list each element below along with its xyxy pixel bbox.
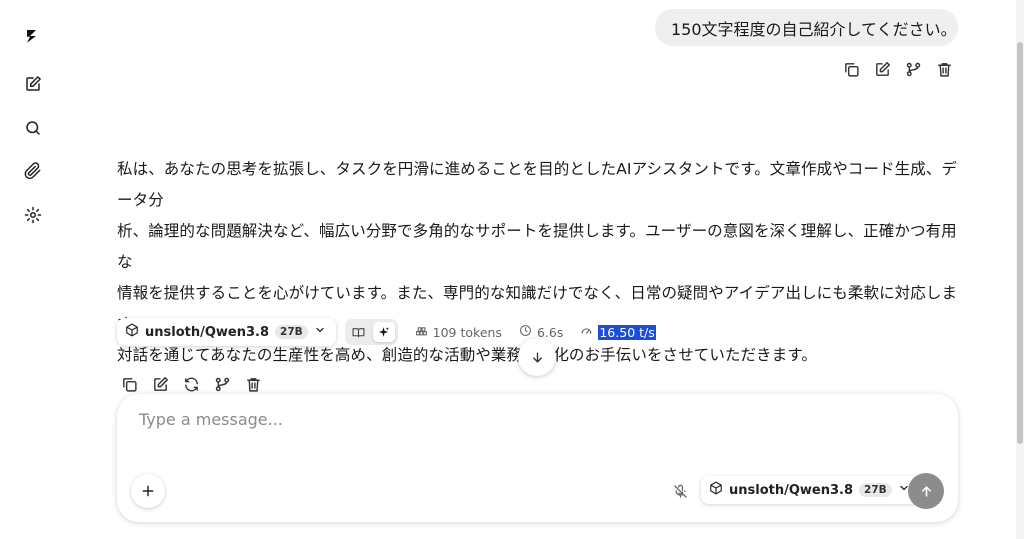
sidebar <box>0 0 66 539</box>
sparkle-icon[interactable] <box>372 322 395 342</box>
token-count-text: 109 tokens <box>432 324 502 340</box>
plus-icon <box>142 485 154 497</box>
generation-speed: 16.50 t/s <box>580 324 656 340</box>
composer-model-selector-wrap: unsloth/Qwen3.8 27B <box>701 476 920 504</box>
delete-icon[interactable] <box>935 60 954 79</box>
scrollbar[interactable] <box>1016 0 1024 539</box>
composer-model-name: unsloth/Qwen3.8 <box>729 482 854 498</box>
chevron-down-icon <box>314 324 326 340</box>
message-meta-row: unsloth/Qwen3.8 27B 109 tokens 6.6s 16.5… <box>117 318 656 346</box>
send-button[interactable] <box>908 473 944 509</box>
edit-icon[interactable] <box>873 60 892 79</box>
user-message-bubble: 150文字程度の自己紹介してください。 <box>655 9 958 46</box>
model-name: unsloth/Qwen3.8 <box>145 324 270 340</box>
cube-icon <box>125 323 139 341</box>
duration-text: 6.6s <box>536 324 564 340</box>
composer-model-size-badge: 27B <box>859 483 892 497</box>
book-icon[interactable] <box>348 322 370 342</box>
mic-off-icon[interactable] <box>670 481 690 501</box>
new-chat-icon[interactable] <box>22 73 44 95</box>
copy-icon[interactable] <box>842 60 861 79</box>
assistant-message-line: 私は、あなたの思考を拡張し、タスクを円滑に進めることを目的としたAIアシスタント… <box>117 160 958 209</box>
assistant-message-line: 析、論理的な問題解決など、幅広い分野で多角的なサポートを提供します。ユーザーの意… <box>117 222 957 271</box>
token-count: 109 tokens <box>415 324 502 340</box>
arrow-down-icon <box>532 351 542 363</box>
add-attachment-button[interactable] <box>131 474 165 508</box>
edit-icon[interactable] <box>151 375 170 394</box>
model-selector[interactable]: unsloth/Qwen3.8 27B <box>117 318 336 346</box>
model-size-badge: 27B <box>275 325 308 339</box>
gauge-icon <box>580 324 593 340</box>
scrollbar-thumb[interactable] <box>1017 42 1023 444</box>
search-icon[interactable] <box>22 117 44 139</box>
copy-icon[interactable] <box>120 375 139 394</box>
branch-icon[interactable] <box>904 60 923 79</box>
logo-icon[interactable] <box>22 25 44 47</box>
tokens-icon <box>415 324 428 340</box>
composer-model-selector[interactable]: unsloth/Qwen3.8 27B <box>701 476 920 504</box>
clock-icon <box>519 324 532 340</box>
attachment-icon[interactable] <box>22 160 44 182</box>
cube-icon <box>709 481 723 499</box>
assistant-message-actions <box>120 375 263 394</box>
message-input[interactable] <box>139 410 919 429</box>
mode-toggle <box>344 319 398 345</box>
branch-icon[interactable] <box>213 375 232 394</box>
user-message-actions <box>842 60 954 79</box>
arrow-up-icon <box>921 485 931 497</box>
regenerate-icon[interactable] <box>182 375 201 394</box>
message-composer: unsloth/Qwen3.8 27B <box>117 394 958 522</box>
settings-icon[interactable] <box>22 204 44 226</box>
user-message-text: 150文字程度の自己紹介してください。 <box>671 19 957 39</box>
delete-icon[interactable] <box>244 375 263 394</box>
speed-text: 16.50 t/s <box>598 324 656 340</box>
scroll-to-bottom-button[interactable] <box>518 338 556 376</box>
